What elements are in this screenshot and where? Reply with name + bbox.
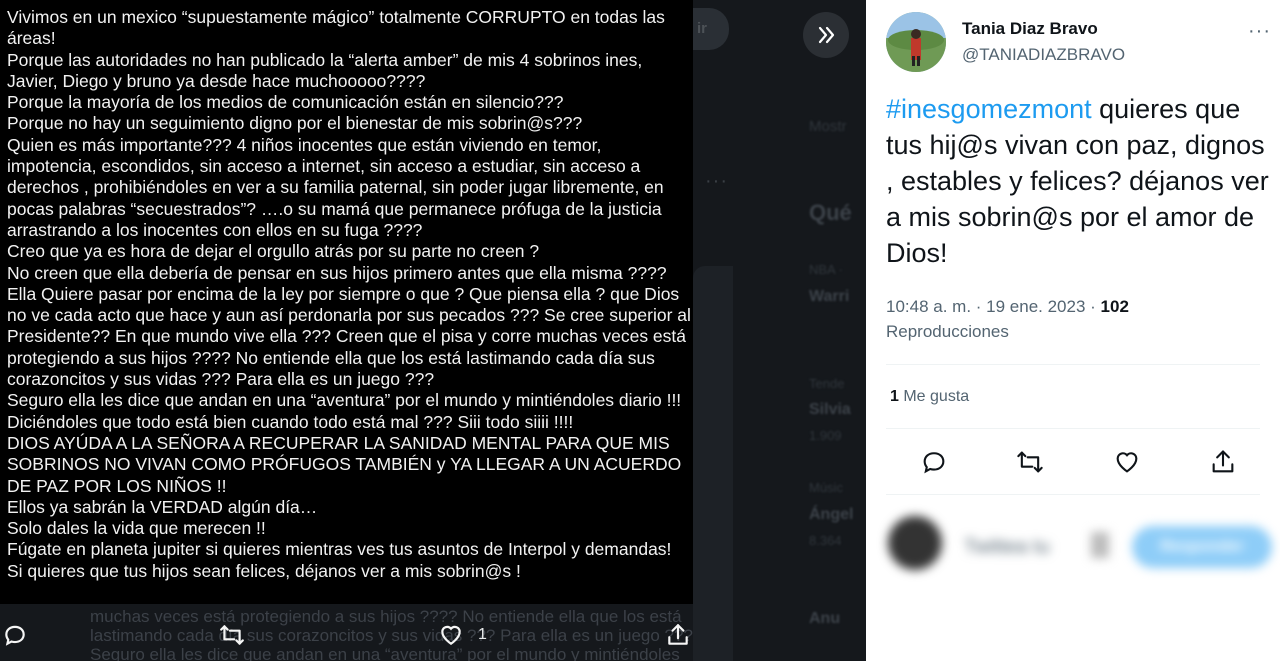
share-button[interactable]: [665, 621, 691, 649]
image-text: Vivimos en un mexico “supuestamente mági…: [7, 7, 691, 581]
tweet-panel: Tania Diaz Bravo @TANIADIAZBRAVO ··· #in…: [866, 0, 1280, 661]
background-show-more: Mostr: [809, 118, 847, 135]
divider: [886, 428, 1260, 429]
background-trend-count: 8.364: [809, 533, 842, 548]
share-icon: [1212, 450, 1234, 473]
double-chevron-right-icon: [818, 26, 835, 44]
likes-summary[interactable]: 1 Me gusta: [890, 388, 969, 406]
reply-icon: [923, 452, 945, 474]
likes-count: 1: [890, 388, 899, 405]
background-trend-category: Músic: [809, 480, 843, 495]
tweet-text: #inesgomezmont quieres que tus hij@s viv…: [886, 91, 1276, 271]
likes-label: Me gusta: [898, 388, 970, 405]
share-icon: [668, 624, 688, 645]
retweet-button[interactable]: [219, 621, 245, 649]
background-trend-title: Anu: [809, 610, 841, 627]
background-trends-panel: [693, 266, 733, 661]
tweet-meta: 10:48 a. m. · 19 ene. 2023 · 102 Reproduc…: [886, 294, 1266, 344]
reply-submit-button[interactable]: Responder: [1132, 526, 1272, 568]
background-trend-count: 1.909: [809, 428, 842, 443]
tweet-timestamp[interactable]: 10:48 a. m. · 19 ene. 2023 ·: [886, 297, 1101, 316]
author-handle[interactable]: @TANIADIAZBRAVO: [962, 45, 1125, 65]
reply-icon: [5, 625, 25, 646]
retweet-button[interactable]: [1016, 448, 1044, 476]
background-heading: Qué: [809, 200, 852, 225]
retweet-icon: [1017, 451, 1043, 473]
heart-icon: [1116, 452, 1138, 473]
reply-input[interactable]: Twittea tu: [964, 536, 1050, 559]
background-post-text: muchas veces está protegiendo a sus hijo…: [90, 607, 693, 661]
like-button[interactable]: 1: [438, 621, 487, 649]
reply-composer[interactable]: Twittea tu Responder: [866, 502, 1280, 590]
divider: [886, 364, 1260, 365]
divider: [886, 494, 1260, 495]
expand-button[interactable]: [803, 12, 849, 58]
background-text-line: muchas veces está protegiendo a sus hijo…: [90, 607, 682, 626]
views-label: Reproducciones: [886, 322, 1009, 341]
heart-icon: [441, 625, 461, 645]
hashtag-link[interactable]: #inesgomezmont: [886, 94, 1092, 124]
background-trend-category: NBA ·: [809, 262, 843, 277]
reply-button[interactable]: [2, 621, 28, 649]
background-trend-title: Ángel: [809, 506, 854, 523]
background-follow-label: ir: [697, 20, 708, 37]
background-sidebar: Mostr Qué NBA · Warri Tende Silvia 1.909…: [785, 0, 866, 661]
more-options-icon[interactable]: ···: [1248, 20, 1271, 43]
views-count: 102: [1100, 297, 1129, 316]
post-image[interactable]: Vivimos en un mexico “supuestamente mági…: [0, 0, 693, 604]
background-text-line: lastimando cada día sus corazoncitos y s…: [90, 626, 693, 645]
media-viewer: ir ··· Mostr Qué NBA · Warri Tende Silvi…: [0, 0, 866, 661]
background-text-line: Seguro ella les dice que andan en una “a…: [90, 645, 680, 661]
retweet-icon: [220, 625, 244, 645]
background-trend-title: Warri: [809, 288, 850, 305]
avatar[interactable]: [886, 12, 946, 72]
background-more-icon: ···: [705, 170, 728, 192]
author-name[interactable]: Tania Diaz Bravo: [962, 19, 1098, 39]
media-icon[interactable]: [1091, 532, 1109, 558]
like-count: 1: [478, 626, 487, 643]
avatar-image: [886, 12, 946, 72]
background-trend-category: Tende: [809, 376, 845, 391]
composer-avatar: [888, 516, 942, 570]
like-button[interactable]: [1113, 448, 1141, 476]
background-trend-title: Silvia: [809, 401, 851, 418]
reply-button[interactable]: [920, 448, 948, 476]
share-button[interactable]: [1209, 448, 1237, 476]
